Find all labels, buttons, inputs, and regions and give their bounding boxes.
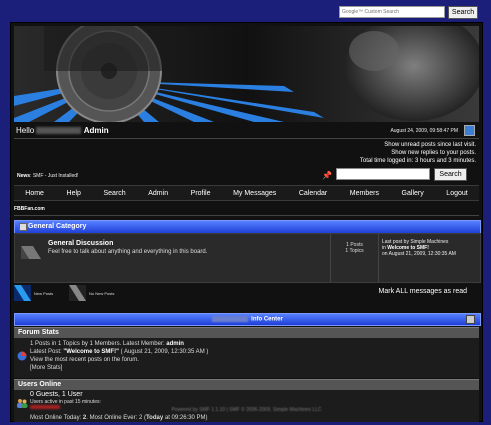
forum-stats-body: 1 Posts in 1 Topics by 1 Members. Latest… — [14, 338, 479, 378]
divider — [14, 215, 479, 216]
new-replies-link[interactable]: Show new replies to your posts. — [391, 150, 476, 156]
last-post-date: on August 21, 2009, 12:30:35 AM — [382, 251, 456, 257]
pin-icon: 📌 — [322, 171, 332, 180]
menu-calendar[interactable]: Calendar — [299, 190, 327, 197]
unread-posts-link[interactable]: Show unread posts since last visit. — [384, 142, 476, 148]
board-topics: 1 Topics — [345, 248, 364, 254]
google-search-button[interactable]: Search — [448, 6, 478, 19]
recent-posts-link[interactable]: View the most recent posts on the forum. — [30, 356, 208, 364]
news-label: News — [17, 173, 31, 179]
blurred-site-name — [212, 316, 249, 322]
collapse-category-icon[interactable] — [19, 223, 27, 231]
legend-new-posts: New Posts — [14, 285, 53, 301]
stats-line2-suffix: ( August 21, 2009, 12:30:35 AM ) — [120, 349, 209, 355]
hello-prefix: Hello — [16, 126, 35, 135]
current-date: August 24, 2009, 09:58:47 PM — [390, 128, 458, 134]
breadcrumb[interactable]: FBBFan.com — [14, 206, 45, 212]
greeting: Hello Admin — [16, 126, 109, 135]
news-line: News: SMF - Just Installed! — [17, 173, 78, 179]
board-status-icon — [21, 246, 41, 259]
stats-line2: Latest Post: — [30, 349, 62, 355]
forum-container: Hello Admin August 24, 2009, 09:58:47 PM… — [10, 22, 483, 422]
header-banner — [14, 26, 479, 122]
forum-search: Search — [336, 168, 467, 181]
no-new-posts-label: No New Posts — [89, 290, 115, 296]
menu-search[interactable]: Search — [104, 190, 126, 197]
footer-copyright[interactable]: Powered by SMF 1.1.10 | SMF © 2006-2009,… — [11, 407, 482, 413]
most-online-ever-date: Today — [145, 415, 164, 421]
collapse-header-icon[interactable] — [464, 125, 475, 136]
forum-search-button[interactable]: Search — [434, 168, 467, 181]
legend-no-new-posts: No New Posts — [69, 285, 114, 301]
menu-my-messages[interactable]: My Messages — [233, 190, 276, 197]
menu-admin[interactable]: Admin — [148, 190, 168, 197]
most-online-line: Most Online Today: 2. Most Online Ever: … — [30, 415, 208, 421]
blurred-site-name — [36, 127, 82, 135]
no-new-posts-icon — [69, 285, 86, 301]
new-posts-label: New Posts — [34, 290, 54, 296]
forum-search-input[interactable] — [336, 168, 430, 180]
stats-text: 1 Posts in 1 Topics by 1 Members. Latest… — [30, 340, 208, 372]
new-posts-icon — [14, 285, 31, 301]
time-logged-in: Total time logged in: 3 hours and 3 minu… — [359, 158, 476, 164]
info-center-header: Info Center — [14, 313, 481, 326]
menu-members[interactable]: Members — [350, 190, 379, 197]
menu-gallery[interactable]: Gallery — [402, 190, 424, 197]
menu-help[interactable]: Help — [67, 190, 81, 197]
category-header: General Category — [14, 220, 481, 234]
board-row: General Discussion Feel free to talk abo… — [14, 233, 481, 283]
latest-post-link[interactable]: "Welcome to SMF!" — [63, 349, 119, 355]
board-stats: 1 Posts 1 Topics — [330, 234, 379, 282]
menu-home[interactable]: Home — [25, 190, 44, 197]
banner-graphic — [14, 26, 479, 122]
main-menu: Home Help Search Admin Profile My Messag… — [14, 185, 479, 201]
users-count[interactable]: 0 Guests, 1 User — [30, 391, 83, 398]
top-search-bar: Search — [339, 6, 478, 19]
menu-logout[interactable]: Logout — [446, 190, 467, 197]
mark-all-read-link[interactable]: Mark ALL messages as read — [379, 288, 467, 295]
divider — [14, 138, 479, 139]
forum-stats-title: Forum Stats — [18, 329, 59, 336]
board-description: Feel free to talk about anything and eve… — [48, 249, 208, 255]
category-title[interactable]: General Category — [28, 223, 86, 230]
board-name[interactable]: General Discussion — [48, 240, 113, 247]
google-search-input[interactable] — [339, 6, 445, 18]
users-online-body: 0 Guests, 1 User Users active in past 15… — [14, 390, 479, 422]
stats-line1: 1 Posts in 1 Topics by 1 Members. Latest… — [30, 341, 165, 347]
info-center-title: Info Center — [251, 316, 283, 323]
users-online-header: Users Online — [14, 379, 479, 390]
username: Admin — [83, 126, 109, 135]
forum-stats-header: Forum Stats — [14, 327, 479, 338]
board-last-post: Last post by Simple Machines in Welcome … — [382, 239, 456, 257]
more-stats-link[interactable]: [More Stats] — [30, 364, 208, 372]
news-text: : SMF - Just Installed! — [30, 173, 79, 179]
most-online-ever-suffix: at 09:26:30 PM) — [164, 415, 208, 421]
most-online-today-prefix: Most Online Today: — [30, 415, 82, 421]
most-online-ever-prefix: . Most Online Ever: 2 ( — [86, 415, 146, 421]
stats-chart-icon — [17, 351, 27, 361]
users-online-title: Users Online — [18, 381, 62, 388]
latest-member-link[interactable]: admin — [166, 341, 184, 347]
collapse-info-center-icon[interactable] — [466, 315, 475, 324]
menu-profile[interactable]: Profile — [191, 190, 211, 197]
